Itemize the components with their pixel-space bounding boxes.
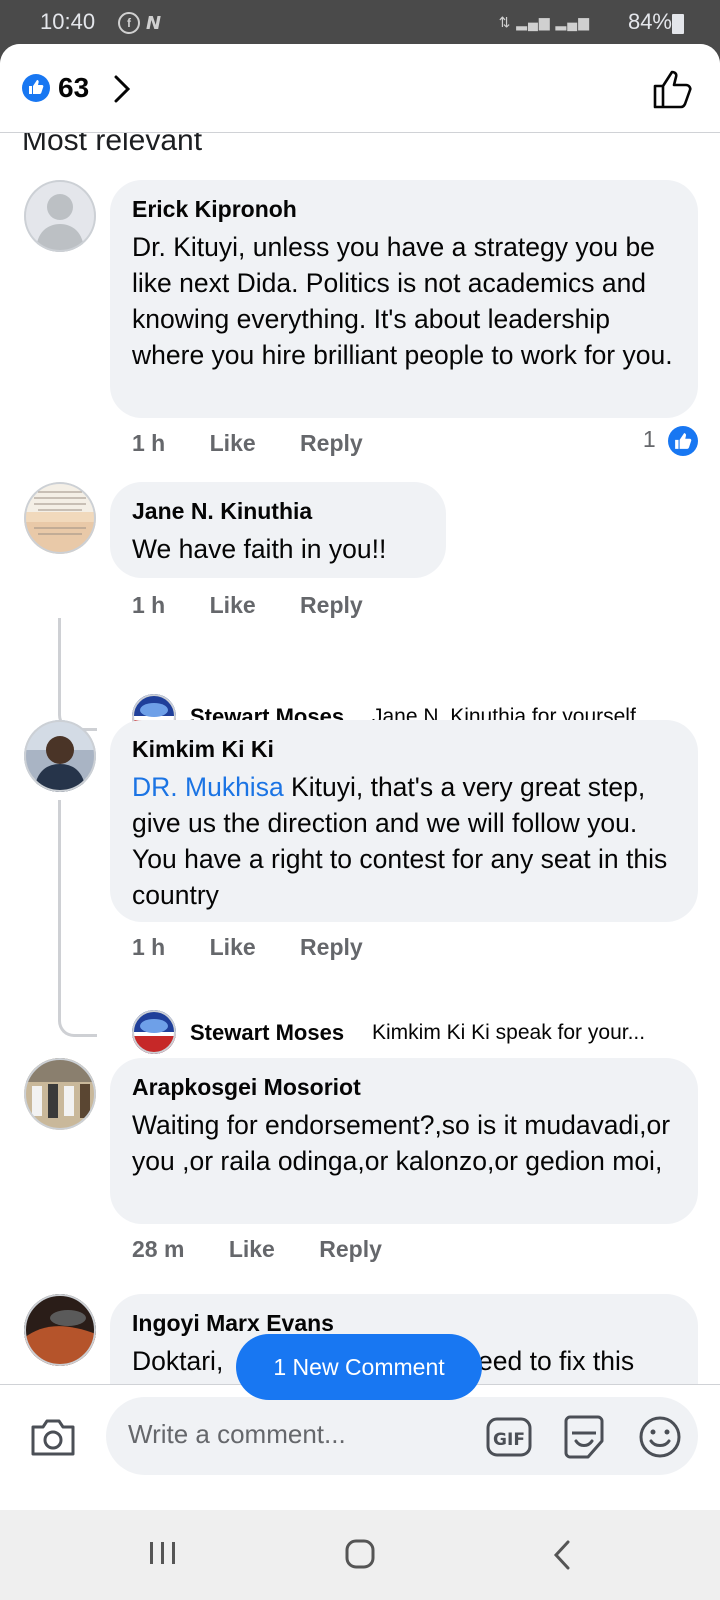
system-navigation-bar bbox=[0, 1510, 720, 1600]
comment-text: Waiting for endorsement?,so is it mudava… bbox=[132, 1110, 671, 1176]
mention-link[interactable]: DR. Mukhisa bbox=[132, 772, 284, 802]
like-count: 63 bbox=[58, 72, 90, 103]
avatar[interactable] bbox=[24, 1058, 96, 1130]
comment-time: 1 h bbox=[132, 934, 166, 960]
like-action[interactable]: Like bbox=[210, 430, 256, 456]
avatar[interactable] bbox=[24, 720, 96, 792]
comment-actions: 1 h Like Reply bbox=[132, 934, 401, 961]
gif-label: GIF bbox=[493, 1430, 525, 1450]
like-action[interactable]: Like bbox=[210, 934, 256, 960]
avatar-image bbox=[132, 1010, 176, 1054]
reply-author[interactable]: Stewart Moses bbox=[190, 1020, 344, 1046]
comment-text-left: Doktari, bbox=[132, 1346, 224, 1376]
comment-bubble[interactable]: Jane N. Kinuthia We have faith in you!! bbox=[110, 482, 446, 578]
comment-text-right: eed to fix this bbox=[478, 1346, 635, 1376]
avatar-image bbox=[24, 1294, 96, 1366]
battery-percent: 84% bbox=[627, 9, 672, 34]
comment-bubble[interactable]: Kimkim Ki Ki DR. Mukhisa Kituyi, that's … bbox=[110, 720, 698, 922]
comments-sheet: 63 Most relevant Erick Kipronoh Dr. Kitu… bbox=[0, 44, 720, 1510]
reply-action[interactable]: Reply bbox=[300, 934, 363, 960]
comment-time: 1 h bbox=[132, 430, 166, 456]
like-reaction-icon bbox=[668, 426, 698, 456]
comment-author[interactable]: Kimkim Ki Ki bbox=[132, 736, 676, 763]
reply-action[interactable]: Reply bbox=[300, 430, 363, 456]
like-action[interactable]: Like bbox=[210, 592, 256, 618]
gif-icon[interactable]: GIF bbox=[486, 1417, 532, 1457]
emoji-icon[interactable] bbox=[638, 1415, 682, 1459]
reply-text: Kimkim Ki Ki speak for your... bbox=[372, 1021, 646, 1044]
comment-placeholder: Write a comment... bbox=[128, 1419, 346, 1449]
reply-action[interactable]: Reply bbox=[300, 592, 363, 618]
comment-actions: 1 h Like Reply bbox=[132, 430, 401, 457]
comment-composer: Write a comment... GIF bbox=[0, 1384, 720, 1510]
status-bar: 10:40 f N ⇅ ▂▄▆ ▂▄▆ 84% bbox=[0, 0, 720, 44]
thread-line bbox=[58, 800, 97, 1037]
avatar-image bbox=[24, 1058, 96, 1130]
chevron-right-icon[interactable] bbox=[110, 71, 134, 107]
like-button-icon[interactable] bbox=[652, 68, 694, 110]
avatar-image bbox=[24, 482, 96, 554]
comment-time: 28 m bbox=[132, 1236, 185, 1262]
avatar[interactable] bbox=[132, 1010, 176, 1054]
reaction-count-value: 1 bbox=[642, 426, 656, 453]
reply-preview[interactable]: Stewart Moses Kimkim Ki Ki speak for you… bbox=[132, 1010, 692, 1060]
back-icon[interactable] bbox=[552, 1540, 572, 1570]
status-time: 10:40 bbox=[40, 9, 96, 34]
n-notification-icon: N bbox=[146, 13, 161, 31]
home-icon[interactable] bbox=[344, 1538, 376, 1570]
comment-reaction-count[interactable]: 1 bbox=[643, 426, 698, 456]
comment-input[interactable]: Write a comment... GIF bbox=[106, 1397, 698, 1475]
comment-text: DR. Mukhisa Kituyi, that's a very great … bbox=[132, 769, 676, 913]
battery-icon bbox=[672, 14, 684, 34]
reactions-header[interactable]: 63 bbox=[0, 44, 720, 133]
comment-actions: 28 m Like Reply bbox=[132, 1236, 420, 1263]
avatar[interactable] bbox=[24, 180, 96, 252]
comment-actions: 1 h Like Reply bbox=[132, 592, 401, 619]
avatar[interactable] bbox=[24, 482, 96, 554]
camera-icon[interactable] bbox=[30, 1417, 76, 1457]
svg-text:N: N bbox=[146, 13, 161, 31]
default-avatar-icon bbox=[24, 180, 96, 252]
reply-action[interactable]: Reply bbox=[319, 1236, 382, 1262]
comment-author[interactable]: Jane N. Kinuthia bbox=[132, 498, 424, 525]
avatar[interactable] bbox=[24, 1294, 96, 1366]
comment-time: 1 h bbox=[132, 592, 166, 618]
like-action[interactable]: Like bbox=[229, 1236, 275, 1262]
comment-text: We have faith in you!! bbox=[132, 534, 387, 564]
signal-icon: ⇅ ▂▄▆ ▂▄▆ bbox=[498, 14, 590, 30]
recent-apps-icon[interactable] bbox=[148, 1538, 178, 1568]
thread-line bbox=[58, 618, 97, 731]
facebook-notification-icon: f bbox=[118, 12, 140, 34]
like-reaction-icon bbox=[22, 74, 50, 102]
comment-text: Dr. Kituyi, unless you have a strategy y… bbox=[132, 232, 673, 370]
new-comment-button[interactable]: 1 New Comment bbox=[236, 1334, 482, 1400]
comment-author[interactable]: Erick Kipronoh bbox=[132, 196, 676, 223]
sticker-icon[interactable] bbox=[562, 1415, 606, 1459]
avatar-image bbox=[24, 720, 96, 792]
comment-author[interactable]: Ingoyi Marx Evans bbox=[132, 1310, 676, 1337]
comment-bubble[interactable]: Arapkosgei Mosoriot Waiting for endorsem… bbox=[110, 1058, 698, 1224]
comment-bubble[interactable]: Erick Kipronoh Dr. Kituyi, unless you ha… bbox=[110, 180, 698, 418]
comment-author[interactable]: Arapkosgei Mosoriot bbox=[132, 1074, 676, 1101]
